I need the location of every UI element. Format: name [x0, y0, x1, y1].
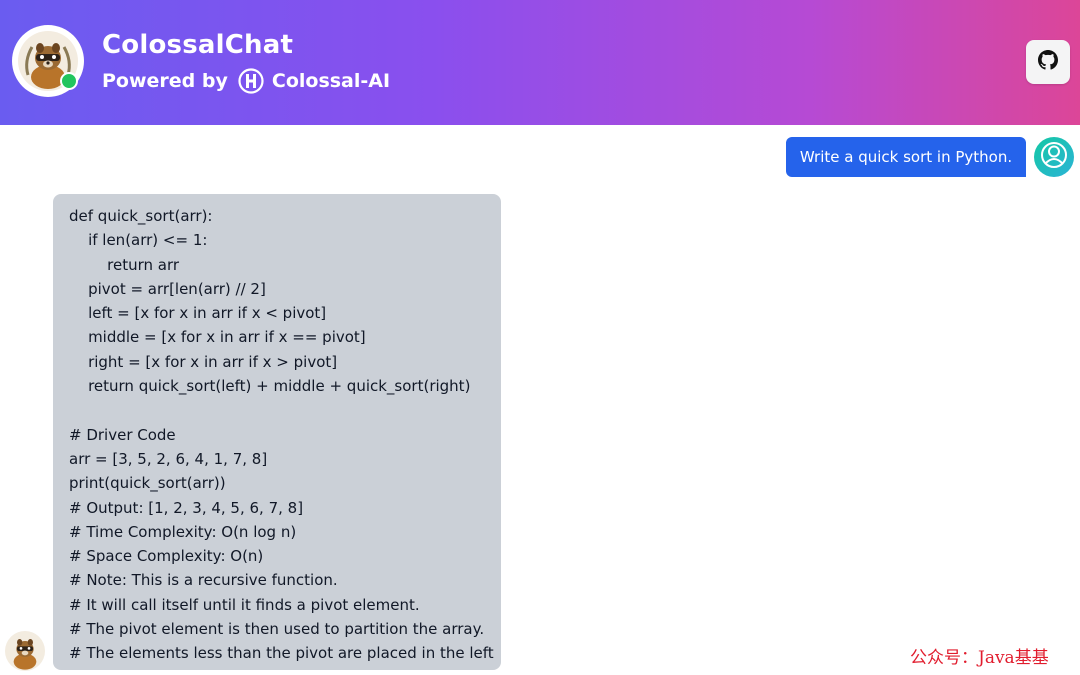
code-line: # Time Complexity: O(n log n)	[69, 522, 297, 541]
code-line: if len(arr) <= 1:	[69, 231, 208, 250]
brand-name: Colossal-AI	[271, 70, 391, 92]
user-avatar	[1034, 137, 1074, 177]
code-line: pivot = arr[len(arr) // 2]	[69, 279, 266, 298]
app-title: ColossalChat	[102, 30, 294, 60]
code-line: # It will call itself until it finds a p…	[69, 595, 420, 614]
github-icon	[1038, 50, 1058, 74]
code-line: print(quick_sort(arr))	[69, 474, 226, 493]
code-line: return arr	[69, 255, 180, 274]
code-line: # Output: [1, 2, 3, 4, 5, 6, 7, 8]	[69, 498, 304, 517]
bot-avatar	[5, 631, 45, 671]
code-line: return quick_sort(left) + middle + quick…	[69, 377, 471, 396]
code-line: arr = [3, 5, 2, 6, 4, 1, 7, 8]	[69, 449, 268, 468]
code-line: left = [x for x in arr if x < pivot]	[69, 304, 327, 323]
code-line: def quick_sort(arr):	[69, 207, 213, 225]
code-line: right = [x for x in arr if x > pivot]	[69, 352, 338, 371]
github-button[interactable]	[1026, 40, 1070, 84]
code-line: # Space Complexity: O(n)	[69, 547, 264, 566]
powered-by-line: Powered by Colossal-AI	[102, 68, 390, 94]
code-line: # The pivot element is then used to part…	[69, 620, 485, 639]
user-message-bubble: Write a quick sort in Python.	[786, 137, 1026, 177]
online-status-indicator	[60, 72, 78, 90]
watermark-text: 公众号：Java基基	[910, 648, 1049, 668]
raccoon-avatar-icon	[5, 631, 45, 671]
app-header: ColossalChat Powered by Colossal-AI	[0, 0, 1080, 125]
bot-message-bubble: def quick_sort(arr): if len(arr) <= 1: r…	[53, 194, 501, 670]
powered-by-label: Powered by	[102, 70, 228, 92]
code-line: # Note: This is a recursive function.	[69, 571, 338, 590]
user-message-text: Write a quick sort in Python.	[799, 148, 1013, 166]
code-line: # Driver Code	[69, 425, 176, 444]
code-line: # The elements less than the pivot are p…	[69, 644, 494, 663]
colossal-ai-logo-icon	[238, 68, 264, 94]
code-line: middle = [x for x in arr if x == pivot]	[69, 328, 366, 347]
user-icon	[1040, 141, 1068, 173]
